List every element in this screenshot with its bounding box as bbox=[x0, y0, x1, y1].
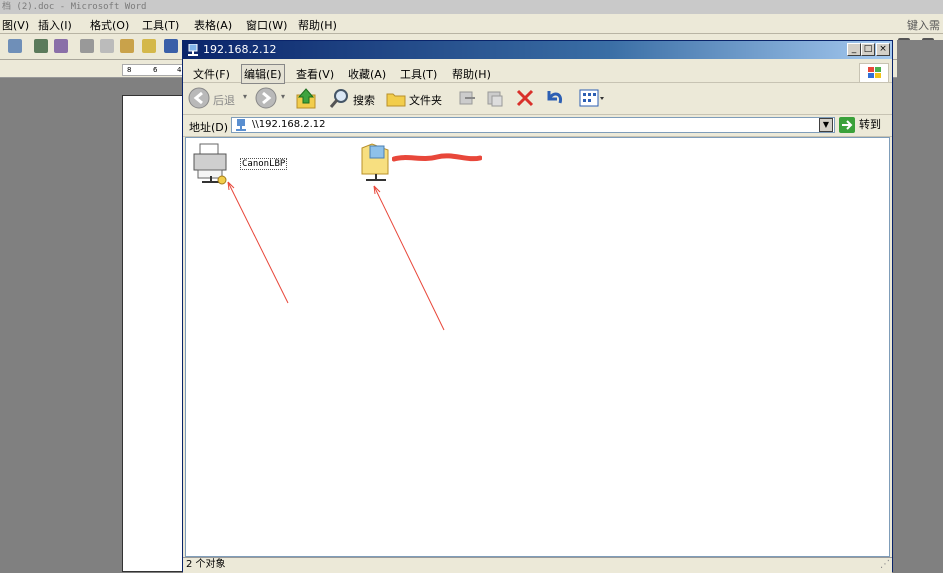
copy-icon[interactable] bbox=[100, 39, 114, 53]
search-label[interactable]: 搜索 bbox=[353, 92, 375, 108]
word-workspace-right bbox=[897, 40, 943, 572]
file-list-pane[interactable]: CanonLBP bbox=[185, 137, 890, 557]
delete-icon[interactable] bbox=[515, 88, 535, 108]
paste-icon[interactable] bbox=[120, 39, 134, 53]
undo-icon[interactable] bbox=[543, 87, 565, 109]
explorer-window: 192.168.2.12 _ □ × 文件(F) 编辑(E) 查看(V) 收藏(… bbox=[182, 40, 893, 573]
move-to-icon[interactable] bbox=[457, 88, 477, 108]
forward-dropdown-icon[interactable]: ▾ bbox=[281, 92, 285, 101]
search-icon[interactable] bbox=[329, 87, 351, 109]
print-preview-icon[interactable] bbox=[8, 39, 22, 53]
folders-label[interactable]: 文件夹 bbox=[409, 92, 442, 108]
address-bar: 地址(D) \\192.168.2.12 ▼ 转到 bbox=[183, 115, 892, 137]
network-computer-icon bbox=[188, 44, 198, 56]
back-arrow-icon[interactable] bbox=[188, 87, 210, 109]
word-menu-insert[interactable]: 插入(I) bbox=[38, 17, 72, 33]
word-title-bar: 档 (2).doc - Microsoft Word bbox=[0, 0, 943, 14]
windows-logo-icon bbox=[859, 63, 889, 83]
ruler-tick: 6 bbox=[153, 66, 158, 74]
views-icon[interactable] bbox=[579, 89, 607, 107]
status-text: 2 个对象 bbox=[186, 559, 226, 570]
address-value: \\192.168.2.12 bbox=[252, 119, 326, 130]
format-painter-icon[interactable] bbox=[142, 39, 156, 53]
ruler-strip: 8 6 4 bbox=[122, 64, 186, 76]
ruler-tick: 4 bbox=[177, 66, 182, 74]
close-button[interactable]: × bbox=[876, 43, 890, 56]
explorer-title-text: 192.168.2.12 bbox=[203, 43, 277, 56]
menu-help[interactable]: 帮助(H) bbox=[452, 66, 491, 82]
word-menu-view[interactable]: 图(V) bbox=[2, 17, 29, 33]
back-label[interactable]: 后退 bbox=[213, 92, 235, 108]
address-input[interactable]: \\192.168.2.12 bbox=[231, 117, 835, 133]
menu-favorites[interactable]: 收藏(A) bbox=[348, 66, 386, 82]
forward-arrow-icon[interactable] bbox=[255, 87, 277, 109]
menu-view[interactable]: 查看(V) bbox=[296, 66, 334, 82]
go-label: 转到 bbox=[859, 118, 881, 131]
menu-file[interactable]: 文件(F) bbox=[193, 66, 230, 82]
word-document-page[interactable] bbox=[122, 95, 184, 572]
maximize-button[interactable]: □ bbox=[861, 43, 875, 56]
ruler-tick: 8 bbox=[127, 66, 132, 74]
word-menu-bar: 图(V) 插入(I) 格式(O) 工具(T) 表格(A) 窗口(W) 帮助(H)… bbox=[0, 14, 943, 34]
status-bar: 2 个对象 ⋰ bbox=[183, 557, 892, 573]
annotation-arrows bbox=[227, 181, 445, 331]
back-dropdown-icon[interactable]: ▾ bbox=[243, 92, 247, 101]
go-button[interactable]: 转到 bbox=[839, 116, 887, 134]
word-menu-window[interactable]: 窗口(W) bbox=[246, 17, 287, 33]
copy-to-icon[interactable] bbox=[485, 88, 505, 108]
undo-icon[interactable] bbox=[164, 39, 178, 53]
network-computer-icon bbox=[236, 119, 246, 131]
go-arrow-icon bbox=[839, 117, 855, 133]
word-menu-format[interactable]: 格式(O) bbox=[90, 17, 129, 33]
word-menu-tools[interactable]: 工具(T) bbox=[142, 17, 179, 33]
research-icon[interactable] bbox=[54, 39, 68, 53]
word-help-hint[interactable]: 键入需 bbox=[907, 17, 940, 33]
cut-icon[interactable] bbox=[80, 39, 94, 53]
menu-edit[interactable]: 编辑(E) bbox=[241, 64, 285, 84]
spelling-icon[interactable] bbox=[34, 39, 48, 53]
resize-grip-icon[interactable]: ⋰ bbox=[880, 558, 890, 572]
explorer-toolbar: 后退 ▾ ▾ 搜索 文件夹 bbox=[183, 83, 892, 115]
explorer-menu-bar: 文件(F) 编辑(E) 查看(V) 收藏(A) 工具(T) 帮助(H) bbox=[183, 61, 892, 84]
address-dropdown-icon[interactable]: ▼ bbox=[819, 118, 833, 132]
word-menu-table[interactable]: 表格(A) bbox=[194, 17, 232, 33]
folders-icon[interactable] bbox=[385, 88, 407, 108]
address-label: 地址(D) bbox=[189, 121, 229, 134]
word-menu-help[interactable]: 帮助(H) bbox=[298, 17, 337, 33]
explorer-title-bar[interactable]: 192.168.2.12 _ □ × bbox=[183, 41, 892, 59]
up-folder-icon[interactable] bbox=[295, 87, 319, 111]
minimize-button[interactable]: _ bbox=[847, 43, 861, 56]
menu-tools[interactable]: 工具(T) bbox=[400, 66, 437, 82]
